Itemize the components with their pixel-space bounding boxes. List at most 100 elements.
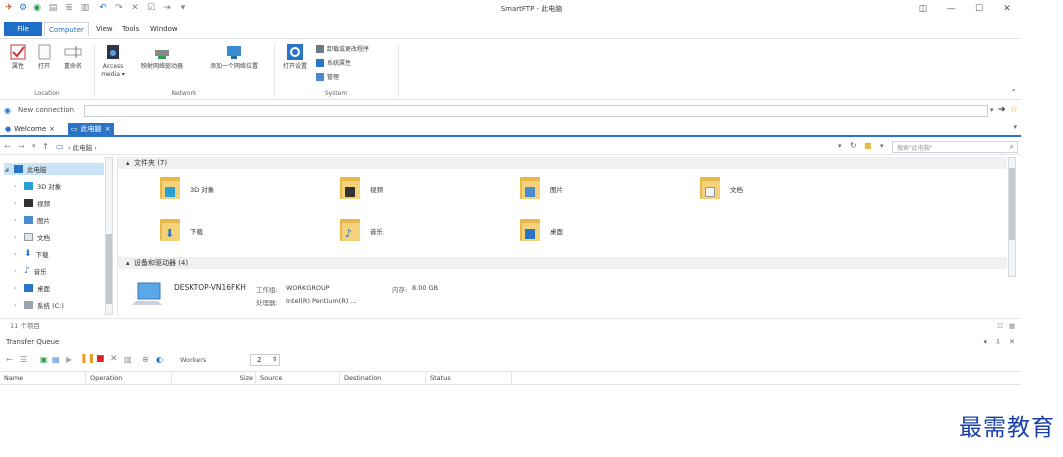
refresh-icon[interactable]: ↻ — [850, 141, 857, 150]
back-arrow-icon[interactable]: ← — [6, 355, 13, 364]
folder-documents[interactable]: 文档 — [700, 177, 743, 201]
tree-scrollbar[interactable] — [105, 157, 113, 315]
folders-section-header[interactable]: ▴ 文件夹 (7) — [118, 157, 1007, 169]
panel-close-icon[interactable]: ✕ — [1009, 338, 1015, 346]
pause-queue-icon[interactable]: ❚❚ — [80, 354, 95, 364]
rename-button[interactable]: 重命名 — [58, 43, 88, 71]
layout-icon[interactable]: ◫ — [916, 2, 930, 16]
pin-icon[interactable]: ⇩ — [995, 338, 1001, 346]
collapsed-caret-icon[interactable]: › — [14, 183, 20, 190]
star-favorite-icon[interactable]: ☆ — [1010, 105, 1018, 115]
path-dropdown-icon[interactable]: ▾ — [838, 142, 842, 150]
folder-downloads[interactable]: ⬇ 下载 — [160, 219, 203, 243]
go-arrow-icon[interactable]: ➔ — [998, 105, 1006, 115]
column-destination[interactable]: Destination — [340, 372, 426, 385]
view-dropdown-icon[interactable]: ▾ — [880, 142, 884, 150]
folder-icon — [520, 219, 540, 243]
menu-computer[interactable]: Computer — [44, 22, 89, 36]
column-size[interactable]: Size — [172, 372, 256, 385]
tree-item-this-pc[interactable]: ◢ 此电脑 — [4, 163, 104, 175]
folder-videos[interactable]: 视频 — [340, 177, 383, 201]
folder-desktop[interactable]: 桌面 — [520, 219, 563, 243]
menu-view[interactable]: View — [92, 22, 117, 36]
menu-tools[interactable]: Tools — [118, 22, 143, 36]
open-settings-button[interactable]: 打开设置 — [278, 43, 312, 71]
load-queue-icon[interactable]: ▣ — [40, 355, 48, 364]
connection-label: New connection — [18, 106, 75, 114]
breadcrumb[interactable]: › 此电脑 › — [68, 142, 97, 152]
folder-pictures[interactable]: 图片 — [520, 177, 563, 201]
access-media-button[interactable]: Access media ▾ — [98, 43, 128, 79]
start-queue-icon[interactable]: ▶ — [66, 355, 72, 364]
column-operation[interactable]: Operation — [86, 372, 172, 385]
collapsed-caret-icon[interactable]: › — [14, 251, 20, 258]
collapsed-caret-icon[interactable]: › — [14, 234, 20, 241]
tree-item-videos[interactable]: › 视频 — [14, 197, 50, 209]
uninstall-programs-button[interactable]: 卸载或更改程序 — [316, 44, 369, 53]
search-icon[interactable]: ⌕ — [1010, 142, 1014, 152]
search-box[interactable]: 搜索"此电脑" ⌕ — [892, 141, 1018, 153]
properties-button[interactable]: 属性 — [6, 43, 30, 71]
folder-3d-objects[interactable]: 3D 对象 — [160, 177, 214, 201]
column-source[interactable]: Source — [256, 372, 340, 385]
recent-dropdown-icon[interactable]: ▾ — [32, 142, 36, 150]
menu-file[interactable]: File — [4, 22, 42, 36]
dropdown-arrow-icon[interactable]: ▾ — [990, 106, 994, 114]
folder-icon[interactable]: ■ — [864, 141, 872, 150]
open-button[interactable]: 打开 — [32, 43, 56, 71]
expanded-caret-icon[interactable]: ◢ — [4, 166, 10, 173]
scheduler-icon[interactable]: ⊕ — [142, 355, 149, 364]
column-name[interactable]: Name — [0, 372, 86, 385]
minimize-button[interactable]: — — [944, 2, 958, 16]
close-button[interactable]: ✕ — [1000, 2, 1014, 16]
collapsed-caret-icon[interactable]: › — [14, 217, 20, 224]
scrollbar-thumb[interactable] — [106, 234, 112, 304]
speed-icon[interactable]: ◐ — [156, 355, 163, 364]
device-item[interactable]: DESKTOP-VN16FKH 工作组: WORKGROUP 内存: 8.00 … — [130, 279, 470, 313]
tab-list-icon[interactable]: ▾ — [1013, 123, 1017, 131]
devices-section-header[interactable]: ▴ 设备和驱动器 (4) — [118, 257, 1007, 269]
scrollbar-thumb[interactable] — [1009, 168, 1015, 240]
tab-this-pc[interactable]: ▭ 此电脑 × — [68, 123, 114, 136]
menu-window[interactable]: Window — [146, 22, 182, 36]
collapsed-caret-icon[interactable]: › — [14, 285, 20, 292]
back-arrow-icon[interactable]: ← — [4, 142, 11, 151]
tab-welcome[interactable]: ● Welcome × — [2, 123, 58, 136]
tree-item-music[interactable]: › ♪ 音乐 — [14, 265, 47, 277]
large-icons-view-icon[interactable]: ▦ — [1009, 319, 1015, 333]
collapse-ribbon-icon[interactable]: ⌃ — [1010, 88, 1017, 97]
system-properties-button[interactable]: 系统属性 — [316, 58, 351, 67]
tree-item-documents[interactable]: › 文档 — [14, 231, 50, 243]
ribbon-divider — [274, 43, 275, 97]
folder-music[interactable]: ♪ 音乐 — [340, 219, 383, 243]
tree-item-pictures[interactable]: › 图片 — [14, 214, 50, 226]
map-drive-button[interactable]: 映射网络驱动器 — [132, 43, 192, 71]
tree-item-downloads[interactable]: › ⬇ 下载 — [14, 248, 49, 260]
content-scrollbar[interactable] — [1008, 157, 1016, 277]
remove-icon[interactable]: ✕ — [110, 354, 118, 364]
stepper-arrows-icon[interactable]: ⇕ — [272, 355, 277, 365]
connection-input[interactable] — [84, 105, 988, 117]
tab-close-icon[interactable]: × — [105, 123, 111, 136]
up-arrow-icon[interactable]: ↑ — [42, 142, 49, 151]
tree-item-system-drive[interactable]: › 系统 (C:) — [14, 299, 64, 311]
forward-arrow-icon[interactable]: → — [18, 142, 25, 151]
tree-item-3d-objects[interactable]: › 3D 对象 — [14, 180, 61, 192]
collapsed-caret-icon[interactable]: › — [14, 268, 20, 275]
maximize-button[interactable]: ☐ — [972, 2, 986, 16]
queue-list-icon[interactable]: ☰ — [20, 355, 27, 364]
column-status[interactable]: Status — [426, 372, 512, 385]
tab-close-icon[interactable]: × — [49, 123, 55, 136]
workers-stepper[interactable]: 2 ⇕ — [250, 354, 280, 366]
view-options-icon[interactable]: ▥ — [124, 355, 132, 364]
details-view-icon[interactable]: ☷ — [997, 319, 1003, 333]
collapsed-caret-icon[interactable]: › — [14, 302, 20, 309]
save-queue-icon[interactable]: ▤ — [52, 355, 60, 364]
manage-button[interactable]: 管理 — [316, 72, 339, 81]
stop-queue-icon[interactable]: ■ — [96, 354, 105, 364]
tree-item-desktop[interactable]: › 桌面 — [14, 282, 50, 294]
collapsed-caret-icon[interactable]: › — [14, 200, 20, 207]
panel-menu-icon[interactable]: ▾ — [983, 338, 987, 346]
title-bar: ✈ ⚙ ◉ ▤ ≣ ▥ ↶ ↷ ✕ ☑ ⇥ ▾ SmartFTP - 此电脑 ◫… — [0, 0, 1063, 18]
add-network-location-button[interactable]: 添加一个网络位置 — [198, 43, 270, 71]
